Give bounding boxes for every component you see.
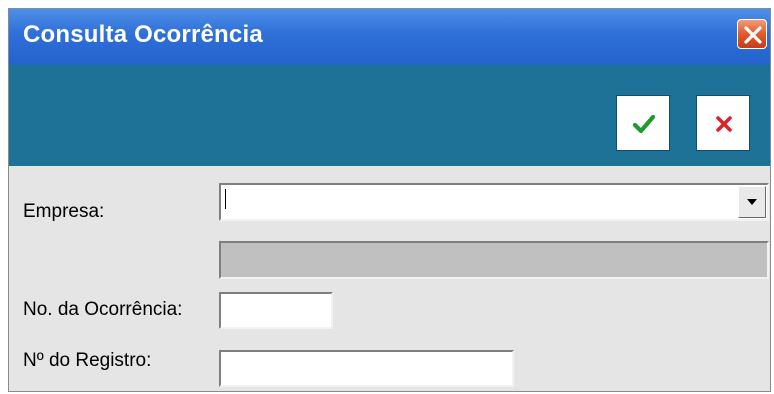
- toolbar: [9, 65, 770, 166]
- confirm-button[interactable]: [616, 95, 670, 151]
- empresa-combobox[interactable]: [219, 183, 769, 221]
- empresa-description-field: [219, 241, 769, 279]
- text-caret: [225, 189, 226, 209]
- registro-input[interactable]: [219, 350, 514, 387]
- close-x-icon: [744, 26, 762, 44]
- checkmark-icon: [632, 114, 656, 134]
- registro-label: Nº do Registro:: [23, 350, 152, 371]
- window-title: Consulta Ocorrência: [23, 21, 263, 48]
- ocorrencia-input[interactable]: [219, 292, 333, 329]
- empresa-label: Empresa:: [23, 201, 105, 222]
- title-bar[interactable]: Consulta Ocorrência: [9, 9, 770, 65]
- chevron-down-icon: [747, 199, 757, 205]
- cancel-button[interactable]: [696, 95, 750, 151]
- dialog-window: Consulta Ocorrência Empresa: No. da Ocor…: [8, 8, 771, 392]
- empresa-dropdown-button[interactable]: [738, 186, 766, 218]
- ocorrencia-label: No. da Ocorrência:: [23, 299, 183, 320]
- x-cancel-icon: [716, 116, 732, 132]
- close-button[interactable]: [737, 19, 767, 49]
